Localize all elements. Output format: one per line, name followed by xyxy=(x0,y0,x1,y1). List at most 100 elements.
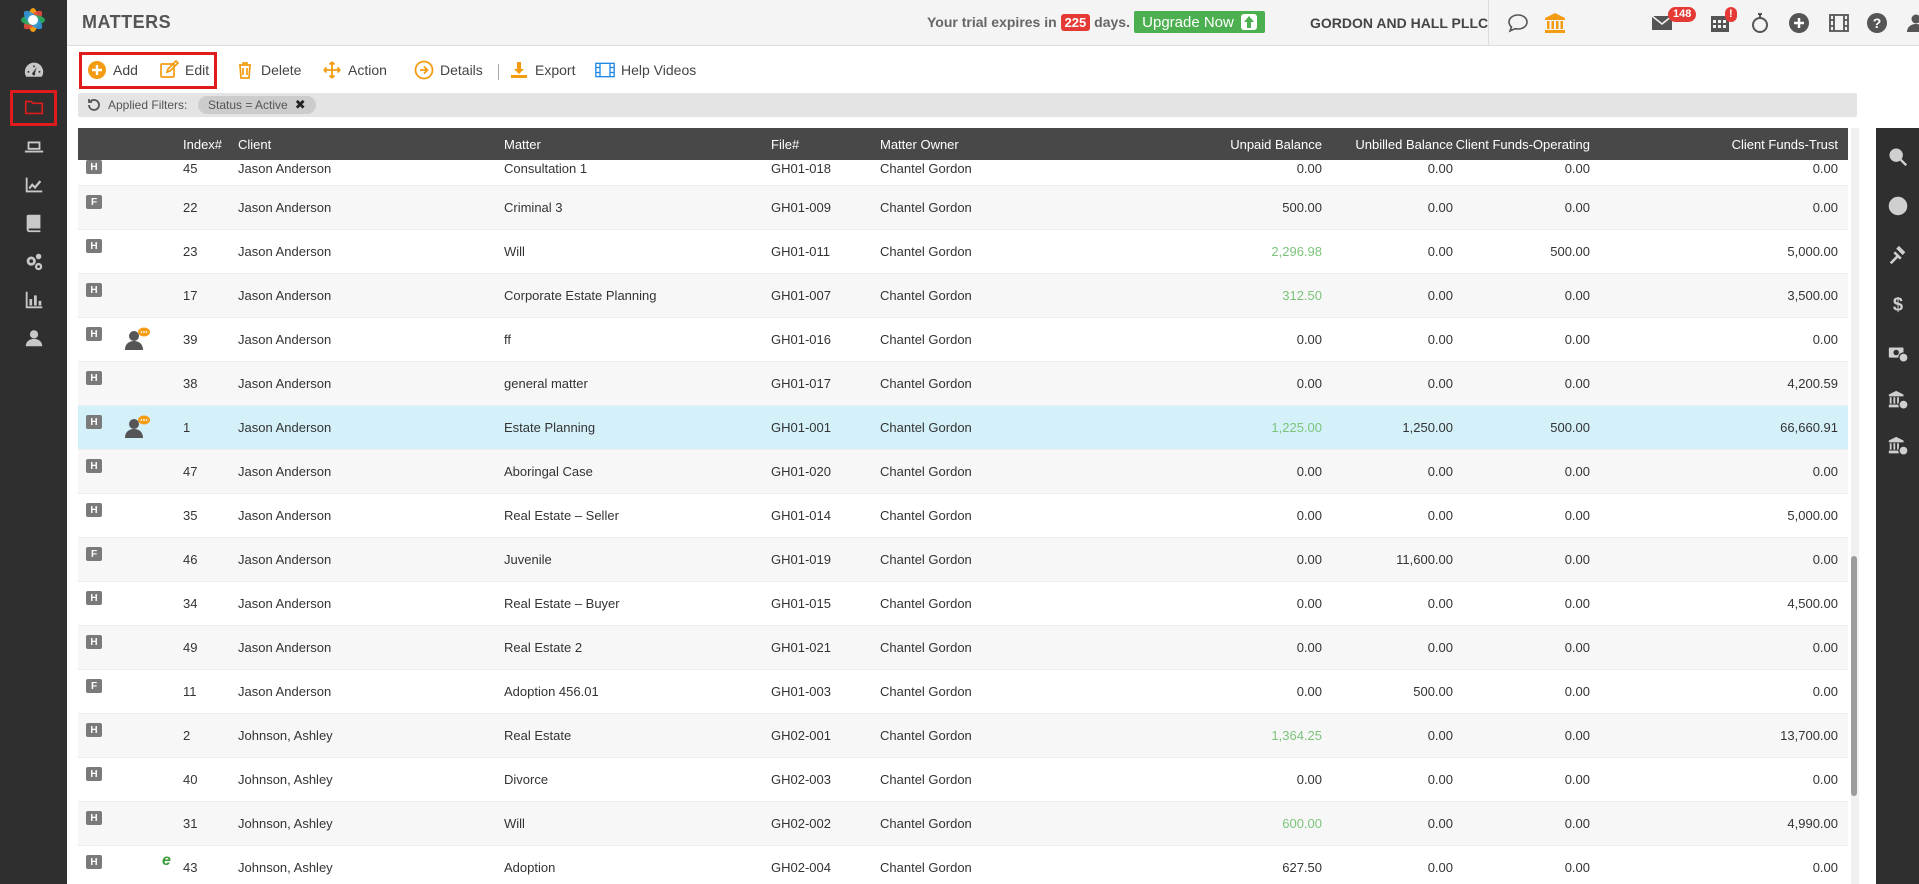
bank-button[interactable] xyxy=(1542,10,1568,36)
quick-add-button[interactable] xyxy=(1786,10,1812,36)
table-row[interactable]: H 17 Jason Anderson Corporate Estate Planni… xyxy=(78,274,1848,318)
table-row[interactable]: H 35 Jason Anderson Real Estate – Seller GH0… xyxy=(78,494,1848,538)
column-header-index[interactable]: Index# xyxy=(183,137,222,152)
nav-matters[interactable] xyxy=(0,90,67,126)
cell-client-funds-trust: 5,000.00 xyxy=(1787,244,1838,259)
column-header-client-funds-operating[interactable]: Client Funds-Operating xyxy=(1456,137,1590,152)
table-row[interactable]: H 1 Jason Anderson Estate Planning GH01-001 C… xyxy=(78,406,1848,450)
add-button[interactable]: Add xyxy=(87,58,138,82)
cell-unpaid-balance: 500.00 xyxy=(1282,200,1322,215)
trial-notice: Your trial expires in 225 days. xyxy=(927,14,1130,31)
right-time-button[interactable] xyxy=(1884,192,1912,220)
cell-index: 34 xyxy=(183,596,198,611)
app-logo-icon[interactable] xyxy=(17,4,49,36)
cell-unpaid-balance: 1,225.00 xyxy=(1271,420,1322,435)
cell-matter: Real Estate xyxy=(504,728,572,743)
table-row[interactable]: H 34 Jason Anderson Real Estate – Buyer GH01… xyxy=(78,582,1848,626)
user-chat-icon[interactable] xyxy=(124,414,152,438)
cell-index: 11 xyxy=(183,684,197,699)
export-button[interactable]: Export xyxy=(509,58,575,82)
cell-matter: Adoption xyxy=(504,860,556,875)
edit-button[interactable]: Edit xyxy=(159,58,209,82)
right-search-button[interactable] xyxy=(1884,143,1912,171)
nav-settings[interactable] xyxy=(0,245,67,279)
cell-unbilled-balance: 0.00 xyxy=(1427,860,1453,875)
cell-client: Jason Anderson xyxy=(238,684,332,699)
table-row[interactable]: H 49 Jason Anderson Real Estate 2 GH01-021 Ch… xyxy=(78,626,1848,670)
profile-button[interactable] xyxy=(1903,10,1919,36)
table-row[interactable]: H 47 Jason Anderson Aboringal Case GH01-020 C… xyxy=(78,450,1848,494)
video-button[interactable] xyxy=(1826,10,1852,36)
action-button[interactable]: Action xyxy=(322,58,387,82)
column-header-client[interactable]: Client xyxy=(238,137,271,152)
cell-matter: Real Estate – Buyer xyxy=(504,596,620,611)
bank-clock-icon-2 xyxy=(1888,436,1909,456)
help-button[interactable]: ? xyxy=(1864,10,1890,36)
nav-library[interactable] xyxy=(0,206,67,240)
clock-icon xyxy=(1888,196,1908,216)
table-row[interactable]: H 38 Jason Anderson general matter GH01-017 C… xyxy=(78,362,1848,406)
nav-dashboard[interactable] xyxy=(0,53,67,87)
help-videos-button[interactable]: Help Videos xyxy=(595,58,696,82)
cell-owner: Chantel Gordon xyxy=(880,772,972,787)
toolbar-divider xyxy=(498,64,499,80)
table-row[interactable]: H 23 Jason Anderson Will GH01-011 Chantel Gor… xyxy=(78,230,1848,274)
table-scrollbar[interactable] xyxy=(1851,128,1859,884)
right-gavel-button[interactable] xyxy=(1884,241,1912,269)
plus-circle-icon xyxy=(88,61,106,79)
cell-client-funds-trust: 0.00 xyxy=(1812,464,1838,479)
nav-laptop[interactable] xyxy=(0,130,67,164)
cell-file: GH02-001 xyxy=(771,728,831,743)
right-payments-button[interactable] xyxy=(1884,339,1912,367)
remove-filter-icon[interactable]: ✖ xyxy=(295,97,306,113)
table-row[interactable]: H 39 Jason Anderson ff GH01-016 Chantel Gordo… xyxy=(78,318,1848,362)
nav-contacts[interactable] xyxy=(0,321,67,355)
table-row[interactable]: H 40 Johnson, Ashley Divorce GH02-003 Chantel… xyxy=(78,758,1848,802)
cell-client: Jason Anderson xyxy=(238,332,332,347)
table-row[interactable]: F 22 Jason Anderson Criminal 3 GH01-009 Chant… xyxy=(78,186,1848,230)
timer-button[interactable] xyxy=(1747,10,1773,36)
table-row[interactable]: H 45 Jason Anderson Consultation 1 GH01-018 C… xyxy=(78,160,1848,186)
delete-button[interactable]: Delete xyxy=(235,58,301,82)
table-row[interactable]: F 11 Jason Anderson Adoption 456.01 GH01-003… xyxy=(78,670,1848,714)
column-header-unbilled-balance[interactable]: Unbilled Balance xyxy=(1355,137,1453,152)
nav-reports-trend[interactable] xyxy=(0,168,67,202)
cell-unbilled-balance: 0.00 xyxy=(1427,728,1453,743)
table-row[interactable]: H 2 Johnson, Ashley Real Estate GH02-001 Chan… xyxy=(78,714,1848,758)
cell-index: 17 xyxy=(183,288,198,303)
column-header-unpaid-balance[interactable]: Unpaid Balance xyxy=(1230,137,1322,152)
column-header-owner[interactable]: Matter Owner xyxy=(880,137,959,152)
reset-filters-icon[interactable] xyxy=(86,97,102,113)
user-chat-icon[interactable] xyxy=(124,326,152,350)
film-strip-icon xyxy=(595,62,615,78)
chat-button[interactable] xyxy=(1505,10,1531,36)
right-trust-button[interactable] xyxy=(1884,432,1912,460)
filter-chip-status[interactable]: Status = Active ✖ xyxy=(198,96,316,114)
cell-client: Jason Anderson xyxy=(238,508,332,523)
cell-index: 2 xyxy=(183,728,191,743)
cell-unbilled-balance: 500.00 xyxy=(1413,684,1453,699)
cell-client-funds-trust: 0.00 xyxy=(1812,640,1838,655)
cell-client-funds-operating: 0.00 xyxy=(1564,552,1590,567)
table-row[interactable]: F 46 Jason Anderson Juvenile GH01-019 Chantel… xyxy=(78,538,1848,582)
right-operating-button[interactable] xyxy=(1884,386,1912,414)
cell-owner: Chantel Gordon xyxy=(880,816,972,831)
cell-matter: Will xyxy=(504,816,525,831)
upgrade-now-button[interactable]: Upgrade Now xyxy=(1134,11,1265,33)
column-header-client-funds-trust[interactable]: Client Funds-Trust xyxy=(1732,137,1838,152)
nav-statistics[interactable] xyxy=(0,283,67,317)
cell-unpaid-balance: 2,296.98 xyxy=(1271,244,1322,259)
table-row[interactable]: He 43 Johnson, Ashley Adoption GH02-004 Chant… xyxy=(78,846,1848,884)
right-billing-button[interactable]: $ xyxy=(1884,290,1912,318)
cell-client-funds-trust: 5,000.00 xyxy=(1787,508,1838,523)
column-header-matter[interactable]: Matter xyxy=(504,137,541,152)
cell-client: Jason Anderson xyxy=(238,244,332,259)
cell-unpaid-balance: 627.50 xyxy=(1282,860,1322,875)
table-row[interactable]: H 31 Johnson, Ashley Will GH02-002 Chantel Go… xyxy=(78,802,1848,846)
column-header-file[interactable]: File# xyxy=(771,137,799,152)
details-button[interactable]: Details xyxy=(414,58,483,82)
scrollbar-thumb[interactable] xyxy=(1851,556,1857,796)
matter-type-badge: H xyxy=(86,855,102,869)
matter-type-badge: H xyxy=(86,767,102,781)
stopwatch-icon xyxy=(1752,13,1768,33)
